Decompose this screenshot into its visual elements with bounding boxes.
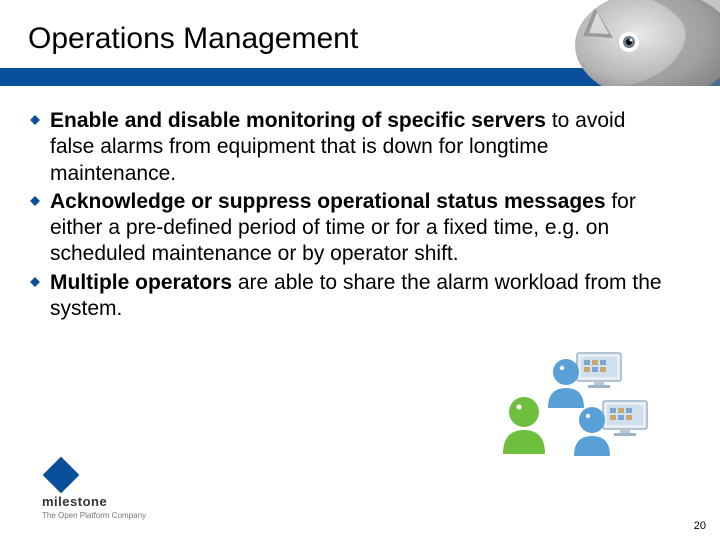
brand-name: milestone xyxy=(42,494,146,509)
page-number: 20 xyxy=(694,520,706,532)
bullet-icon xyxy=(30,277,40,287)
logo-diamond-icon xyxy=(43,457,80,494)
page-title: Operations Management xyxy=(28,22,358,56)
bullet-text: Multiple operators are able to share the… xyxy=(50,270,670,323)
brand-logo: milestone The Open Platform Company xyxy=(42,462,146,520)
bullet-icon xyxy=(30,115,40,125)
bullet-list: Enable and disable monitoring of specifi… xyxy=(30,108,670,324)
bullet-text: Acknowledge or suppress operational stat… xyxy=(50,189,670,268)
list-item: Multiple operators are able to share the… xyxy=(30,270,670,323)
list-item: Acknowledge or suppress operational stat… xyxy=(30,189,670,268)
bullet-text: Enable and disable monitoring of specifi… xyxy=(50,108,670,187)
brand-tagline: The Open Platform Company xyxy=(42,511,146,520)
bullet-icon xyxy=(30,196,40,206)
person-icon xyxy=(568,404,616,461)
list-item: Enable and disable monitoring of specifi… xyxy=(30,108,670,187)
operators-illustration xyxy=(490,352,660,462)
person-icon xyxy=(496,394,552,459)
wolf-image xyxy=(565,0,720,86)
